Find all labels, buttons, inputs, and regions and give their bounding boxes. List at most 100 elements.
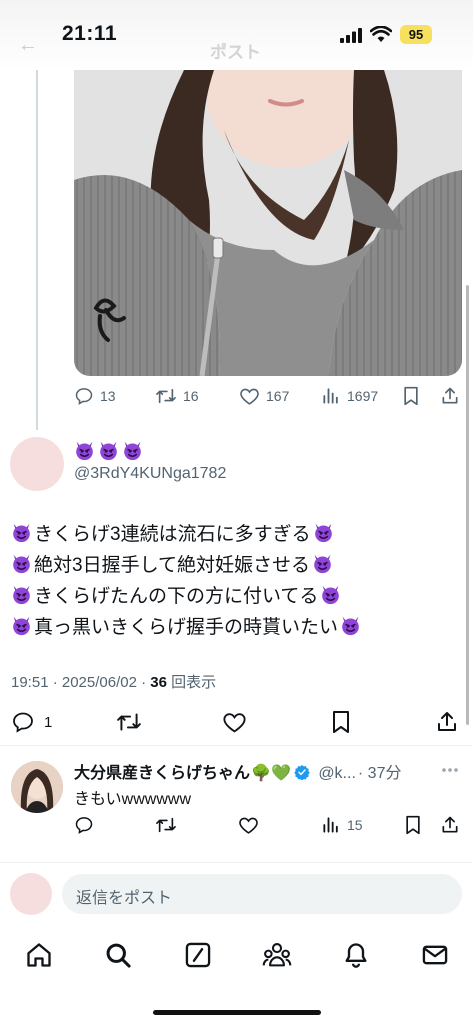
repost-icon bbox=[156, 817, 176, 833]
more-button[interactable] bbox=[440, 763, 460, 782]
reply-header: 大分県産きくらげちゃん🌳💚 @k... · 37分 bbox=[74, 759, 464, 783]
repost-button[interactable] bbox=[155, 815, 177, 840]
verified-icon bbox=[294, 765, 310, 781]
share-button[interactable] bbox=[435, 710, 459, 739]
devil-emoji bbox=[74, 440, 95, 461]
like-icon bbox=[240, 388, 259, 405]
like-button[interactable] bbox=[222, 710, 247, 739]
views-icon bbox=[323, 817, 338, 833]
repost-button[interactable]: 16 bbox=[155, 386, 199, 406]
reply-actions: 15 bbox=[74, 815, 464, 835]
tweet-actions: 1 bbox=[11, 710, 461, 734]
tweet-meta: 19:51 · 2025/06/02 · 36 回表示 bbox=[11, 671, 216, 692]
signal-icon bbox=[340, 28, 362, 48]
scrollbar[interactable] bbox=[466, 285, 469, 725]
share-icon bbox=[442, 816, 458, 833]
like-button[interactable]: 167 bbox=[239, 386, 289, 406]
bookmark-button[interactable] bbox=[331, 710, 351, 739]
repost-count: 16 bbox=[183, 388, 199, 404]
reply-icon bbox=[75, 388, 93, 405]
bookmark-icon bbox=[404, 386, 418, 406]
share-button[interactable] bbox=[440, 386, 460, 406]
repost-button[interactable] bbox=[116, 710, 142, 739]
bottom-nav bbox=[0, 930, 473, 980]
avatar bbox=[10, 873, 52, 915]
share-button[interactable] bbox=[440, 815, 460, 840]
reply-time: · 37分 bbox=[357, 765, 402, 782]
avatar[interactable] bbox=[11, 761, 63, 813]
tweet-view-count: 36 bbox=[150, 674, 167, 691]
view-count: 1697 bbox=[347, 388, 379, 404]
reply-count: 13 bbox=[100, 388, 116, 404]
tweet-view-label: 回表示 bbox=[171, 674, 217, 691]
divider bbox=[0, 745, 473, 746]
devil-emoji bbox=[312, 553, 333, 574]
like-button[interactable] bbox=[238, 815, 259, 840]
user-handle[interactable]: @3RdY4KUNga1782 bbox=[74, 465, 226, 483]
devil-emoji bbox=[320, 584, 341, 605]
bookmark-icon bbox=[406, 815, 420, 835]
reply-button[interactable] bbox=[74, 815, 94, 840]
more-icon bbox=[442, 768, 458, 772]
avatar[interactable] bbox=[10, 437, 64, 491]
reply-input-placeholder: 返信をポスト bbox=[76, 890, 173, 907]
divider bbox=[0, 862, 473, 863]
devil-emoji bbox=[122, 440, 143, 461]
display-name[interactable]: 😈😈😈 bbox=[74, 440, 143, 463]
messages-icon[interactable] bbox=[421, 941, 449, 974]
tweet-line-text: きくらげたんの下の方に付いてる bbox=[34, 586, 319, 607]
devil-emoji bbox=[11, 615, 32, 636]
notifications-icon[interactable] bbox=[342, 941, 370, 974]
battery-indicator: 95 bbox=[400, 25, 432, 44]
like-count: 167 bbox=[266, 388, 290, 404]
status-time: 21:11 bbox=[62, 22, 118, 45]
tweet-line-text: 絶対3日握手して絶対妊娠させる bbox=[34, 555, 310, 576]
tweet-line-4: 真っ黒いきくらげ握手の時貰いたい bbox=[11, 612, 361, 639]
home-icon[interactable] bbox=[25, 941, 53, 974]
reply-author-name-emoji: 🌳💚 bbox=[251, 765, 291, 782]
views-button[interactable]: 15 bbox=[321, 815, 363, 835]
reply-text: きもいwwwwww bbox=[74, 791, 192, 808]
reply-icon bbox=[75, 817, 93, 834]
devil-emoji bbox=[98, 440, 119, 461]
reply-button[interactable]: 13 bbox=[74, 386, 116, 406]
reply-count: 1 bbox=[44, 713, 53, 731]
tweet-line-2: 絶対3日握手して絶対妊娠させる bbox=[11, 550, 333, 577]
wifi-icon bbox=[369, 25, 393, 48]
view-count: 15 bbox=[347, 817, 363, 833]
tweet-timestamp[interactable]: 19:51 · 2025/06/02 · bbox=[11, 674, 150, 691]
reply-author-handle[interactable]: @k... bbox=[318, 765, 356, 782]
reply-button[interactable]: 1 bbox=[11, 710, 52, 734]
views-icon bbox=[323, 388, 338, 404]
communities-icon[interactable] bbox=[262, 941, 292, 974]
devil-emoji bbox=[11, 522, 32, 543]
tweet-photo[interactable] bbox=[74, 70, 462, 376]
repost-icon bbox=[117, 713, 141, 731]
tweet-line-3: きくらげたんの下の方に付いてる bbox=[11, 581, 341, 608]
reply-icon bbox=[13, 712, 33, 733]
tweet-line-1: きくらげ3連続は流石に多すぎる bbox=[11, 519, 334, 546]
bookmark-icon bbox=[333, 711, 349, 733]
like-icon bbox=[223, 713, 246, 733]
parent-tweet-actions: 13 16 167 1697 bbox=[74, 386, 464, 408]
thread-line bbox=[36, 70, 38, 430]
grok-icon[interactable] bbox=[184, 941, 212, 974]
repost-icon bbox=[156, 388, 176, 404]
devil-emoji bbox=[340, 615, 361, 636]
tweet-line-text: きくらげ3連続は流石に多すぎる bbox=[34, 524, 311, 545]
views-button[interactable]: 1697 bbox=[321, 386, 378, 406]
search-icon[interactable] bbox=[104, 941, 132, 974]
tweet-line-text: 真っ黒いきくらげ握手の時貰いたい bbox=[34, 617, 339, 638]
devil-emoji bbox=[11, 553, 32, 574]
share-icon bbox=[438, 712, 456, 731]
bookmark-button[interactable] bbox=[404, 815, 422, 840]
back-icon[interactable]: ← bbox=[18, 34, 38, 57]
reply-author-name[interactable]: 大分県産きくらげちゃん bbox=[74, 765, 250, 782]
share-icon bbox=[442, 387, 458, 404]
devil-emoji bbox=[11, 584, 32, 605]
home-indicator[interactable] bbox=[153, 1010, 321, 1015]
like-icon bbox=[239, 817, 258, 834]
header-title: ポスト bbox=[210, 43, 261, 62]
devil-emoji bbox=[313, 522, 334, 543]
bookmark-button[interactable] bbox=[402, 386, 420, 406]
